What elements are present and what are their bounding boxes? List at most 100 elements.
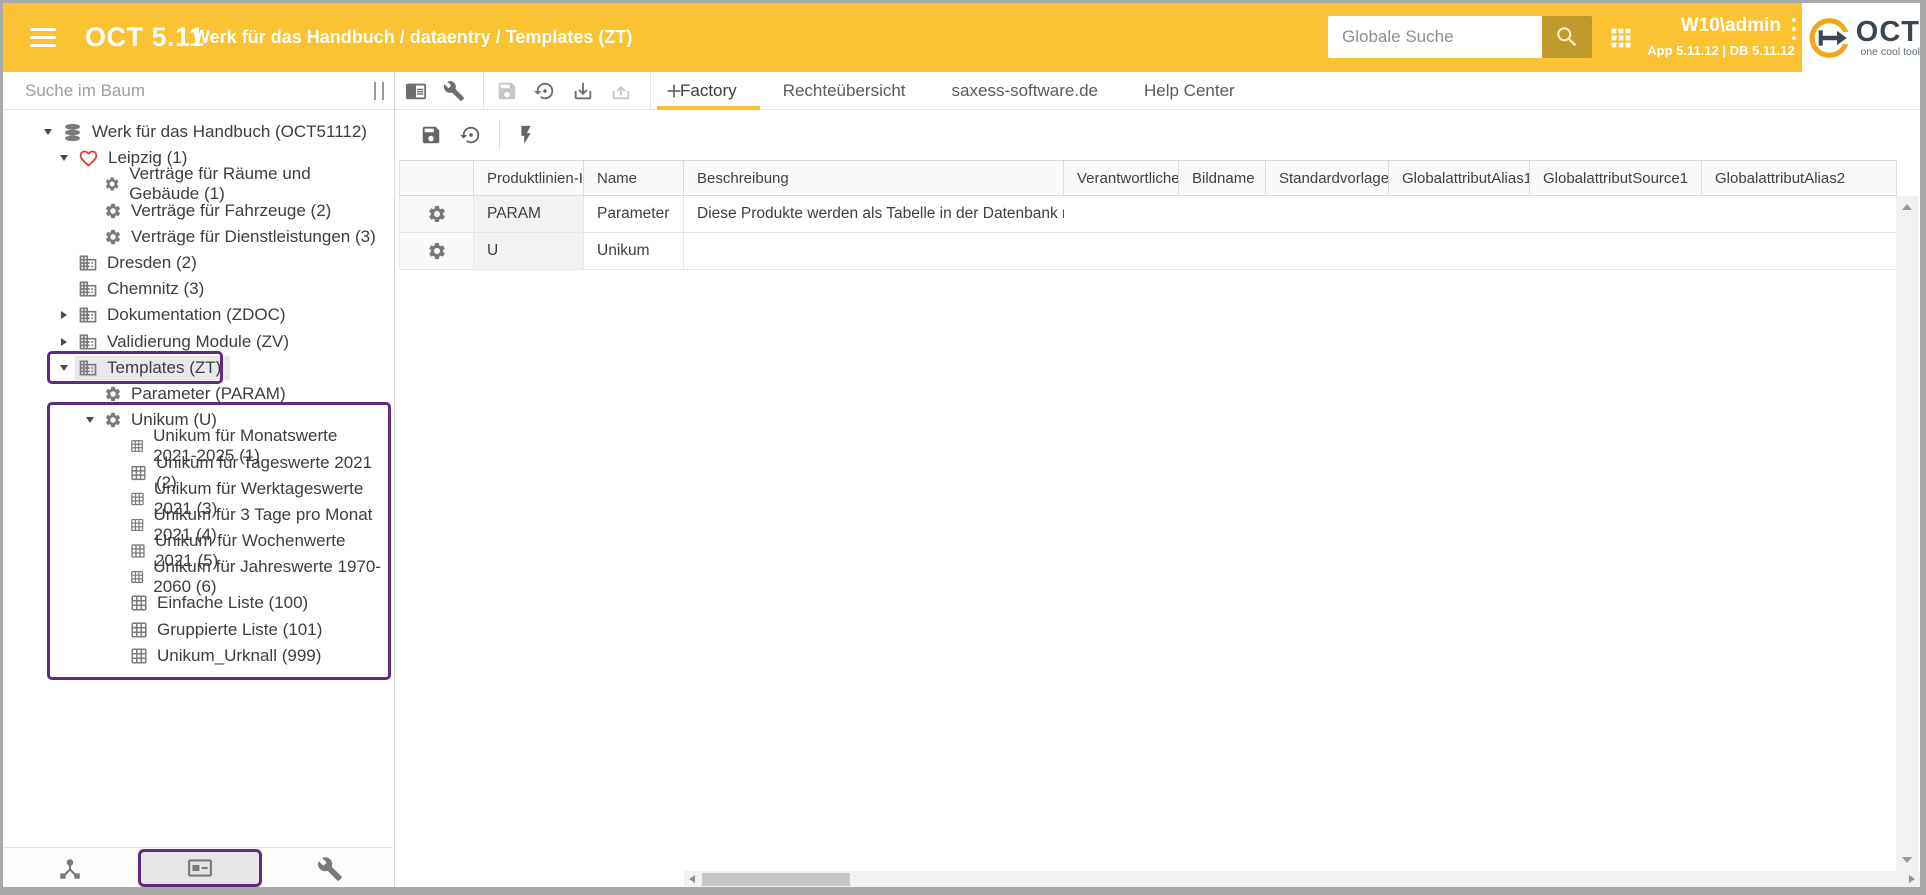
table-cell[interactable]: Parameter [584,196,684,232]
panel-view-button[interactable] [405,80,427,102]
vertical-scrollbar[interactable] [1896,196,1918,871]
column-header[interactable]: Beschreibung [684,161,1064,195]
global-search-button[interactable] [1542,16,1592,58]
column-header[interactable]: Bildname [1179,161,1266,195]
table-cell[interactable] [1389,233,1530,269]
grid-save-button[interactable] [419,124,442,147]
tree-item-content[interactable]: Validierung Module (ZV) [75,330,298,354]
tree-item-content[interactable]: Verträge für Fahrzeuge (2) [101,199,340,223]
tree-item-content[interactable]: Unikum_Urknall (999) [127,644,330,668]
global-search-input[interactable] [1328,16,1542,58]
collapse-arrow-icon[interactable] [37,129,59,135]
horizontal-scrollbar[interactable] [684,871,1920,887]
tree-item-content[interactable]: Chemnitz (3) [75,277,213,301]
collapse-arrow-icon[interactable] [53,155,75,161]
tree-item[interactable]: Unikum_Urknall (999) [3,643,393,669]
column-header[interactable]: Standardvorlage [1266,161,1389,195]
tools-button[interactable] [316,855,344,883]
column-header[interactable]: GlobalattributSource1 [1530,161,1702,195]
tab-rechte-bersicht[interactable]: Rechteübersicht [760,72,929,110]
tree-item-content[interactable]: Einfache Liste (100) [127,591,317,615]
upload-button[interactable] [610,80,632,102]
expand-arrow-icon[interactable] [53,338,75,346]
table-row[interactable]: PARAMParameterDiese Produkte werden als … [399,196,1897,233]
table-cell[interactable]: U [474,233,584,269]
tree-item-content[interactable]: Parameter (PARAM) [101,382,295,406]
column-header[interactable]: GlobalattributAlias1 [1389,161,1530,195]
column-header[interactable]: GlobalattributAlias2 [1702,161,1897,195]
kebab-menu-icon[interactable] [1787,18,1801,40]
tree-item[interactable]: Parameter (PARAM) [3,381,393,407]
tab-factory[interactable]: Factory [657,72,760,110]
table-cell[interactable]: PARAM [474,196,584,232]
table-cell[interactable] [1064,196,1179,232]
tree-item[interactable]: Werk für das Handbuch (OCT51112) [3,119,393,145]
row-gear-cell[interactable] [400,233,474,269]
table-cell[interactable] [1702,196,1897,232]
execute-button[interactable] [514,124,537,147]
tree-view-button[interactable] [56,855,84,883]
tab-help-center[interactable]: Help Center [1121,72,1258,110]
expand-arrow-icon[interactable] [53,311,75,319]
table-cell[interactable] [1179,196,1266,232]
tree-item[interactable]: Verträge für Dienstleistungen (3) [3,224,393,250]
table-cell[interactable] [1266,196,1389,232]
table-cell[interactable] [1064,233,1179,269]
table-cell[interactable]: Diese Produkte werden als Tabelle in der… [684,196,1064,232]
table-cell[interactable] [1702,233,1897,269]
tree-item[interactable]: Unikum für Jahreswerte 1970-2060 (6) [3,564,393,590]
table-cell[interactable] [684,233,1064,269]
table-cell[interactable]: Unikum [584,233,684,269]
tree-item-content[interactable]: Verträge für Dienstleistungen (3) [101,225,385,249]
scroll-right-icon[interactable] [1909,875,1915,883]
tree-item-content[interactable]: Dokumentation (ZDOC) [75,303,295,327]
horizontal-scroll-thumb[interactable] [702,873,850,886]
global-search [1328,16,1592,58]
grid-restore-button[interactable] [459,124,482,147]
tree-item[interactable]: Verträge für Fahrzeuge (2) [3,198,393,224]
column-header[interactable]: Verantwortlicher [1064,161,1179,195]
panel-splitter-handle[interactable] [374,82,384,100]
tree-item-label: Parameter (PARAM) [131,384,286,404]
collapse-arrow-icon[interactable] [53,365,75,371]
table-view-button[interactable] [138,849,262,887]
scroll-down-icon[interactable] [1902,857,1912,863]
row-gear-cell[interactable] [400,196,474,232]
tree-item-content[interactable]: Gruppierte Liste (101) [127,618,331,642]
scroll-left-icon[interactable] [689,875,695,883]
tree-item[interactable]: Verträge für Räume und Gebäude (1) [3,171,393,197]
tree-search-input[interactable] [3,72,323,109]
tree-item-content[interactable]: Dresden (2) [75,251,206,275]
tree-item[interactable]: Validierung Module (ZV) [3,329,393,355]
table-cell[interactable] [1530,196,1702,232]
scroll-up-icon[interactable] [1902,204,1912,210]
tree-item[interactable]: Dresden (2) [3,250,393,276]
table-cell[interactable] [1530,233,1702,269]
tree-item-label: Chemnitz (3) [107,279,204,299]
grid-toolbar [395,110,1920,160]
table-cell[interactable] [1179,233,1266,269]
tree-item[interactable]: Templates (ZT) [3,355,393,381]
tree-item-content[interactable]: Werk für das Handbuch (OCT51112) [59,120,376,145]
save-button[interactable] [496,80,518,102]
tree-item[interactable]: Gruppierte Liste (101) [3,617,393,643]
save-icon [420,124,442,146]
tab-saxess-software-de[interactable]: saxess-software.de [929,72,1121,110]
table-row[interactable]: UUnikum [399,233,1897,270]
column-header[interactable]: Name [584,161,684,195]
column-header[interactable]: Produktlinien-ID [474,161,584,195]
menu-icon[interactable] [30,28,56,47]
tree-item[interactable]: Chemnitz (3) [3,276,393,302]
configure-button[interactable] [443,80,465,102]
table-cell[interactable] [1266,233,1389,269]
download-button[interactable] [572,80,594,102]
table-cell[interactable] [1389,196,1530,232]
collapse-arrow-icon[interactable] [79,417,101,423]
user-name[interactable]: W10\admin [1639,15,1803,37]
column-header[interactable] [400,161,474,195]
apps-grid-icon[interactable] [1607,24,1635,52]
restore-button[interactable] [534,80,556,102]
tree-item-content[interactable]: Templates (ZT) [75,356,230,380]
search-icon [1554,24,1580,50]
tree-item[interactable]: Dokumentation (ZDOC) [3,302,393,328]
